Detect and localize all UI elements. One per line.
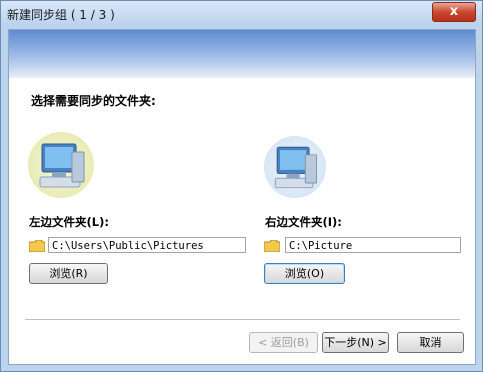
computer-icon-right [264,136,326,198]
cancel-button[interactable]: 取消 [397,332,464,353]
dialog-window: 新建同步组 ( 1 / 3 ) x 选择需要同步的文件夹: 左边文件夹(L): … [0,0,483,372]
dialog-body: 选择需要同步的文件夹: 左边文件夹(L): 右边文件夹(I): C:\Users… [8,29,476,365]
left-folder-path-input[interactable]: C:\Users\Public\Pictures [48,237,246,253]
folder-icon [28,239,46,253]
section-title: 选择需要同步的文件夹: [31,94,156,108]
browse-right-button[interactable]: 浏览(O) [264,263,345,284]
next-button[interactable]: 下一步(N) > [322,332,389,353]
folder-icon [263,239,281,253]
computer-icon-left [28,132,94,198]
title-bar: 新建同步组 ( 1 / 3 ) x [1,1,482,25]
divider [25,319,460,321]
right-folder-label: 右边文件夹(I): [265,215,342,229]
back-button[interactable]: < 返回(B) [249,332,318,353]
right-folder-path-input[interactable]: C:\Picture [285,237,461,253]
close-button[interactable]: x [432,2,476,22]
window-title: 新建同步组 ( 1 / 3 ) [7,8,115,22]
left-folder-label: 左边文件夹(L): [29,215,109,229]
browse-left-button[interactable]: 浏览(R) [29,263,108,284]
header-banner [9,30,475,78]
